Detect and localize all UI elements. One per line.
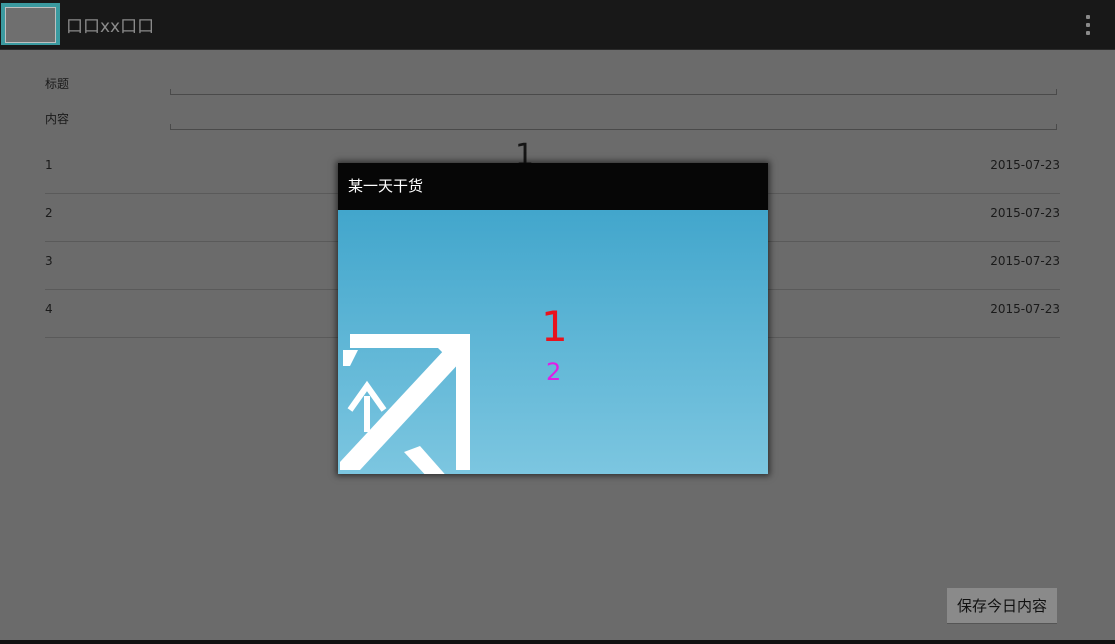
dialog-number-1: 1 (541, 302, 568, 351)
overflow-menu-icon[interactable] (1082, 13, 1094, 37)
dialog-title: 某一天干货 (348, 177, 424, 195)
list-item-number: 1 (45, 158, 53, 172)
app-launcher-icon[interactable] (1, 3, 60, 45)
list-item-number: 3 (45, 254, 53, 268)
dialog-body: 1 2 (338, 210, 768, 474)
content-label: 内容 (45, 112, 70, 126)
list-item-number: 4 (45, 302, 53, 316)
arrow-logo-icon (340, 334, 470, 474)
list-item-date: 2015-07-23 (990, 254, 1060, 268)
action-bar: 口口xx口口 (0, 0, 1115, 49)
list-item-date: 2015-07-23 (990, 158, 1060, 172)
dialog: 某一天干货 1 2 (338, 163, 768, 474)
list-item-number: 2 (45, 206, 53, 220)
content-input[interactable] (170, 124, 1057, 130)
dialog-number-2: 2 (546, 358, 562, 386)
bottom-edge (0, 640, 1115, 644)
dialog-header: 某一天干货 (338, 163, 768, 210)
save-today-content-button[interactable]: 保存今日内容 (947, 588, 1057, 623)
list-item-date: 2015-07-23 (990, 206, 1060, 220)
title-input[interactable] (170, 89, 1057, 95)
list-item-date: 2015-07-23 (990, 302, 1060, 316)
app-title: 口口xx口口 (66, 17, 155, 37)
title-label: 标题 (45, 77, 70, 91)
